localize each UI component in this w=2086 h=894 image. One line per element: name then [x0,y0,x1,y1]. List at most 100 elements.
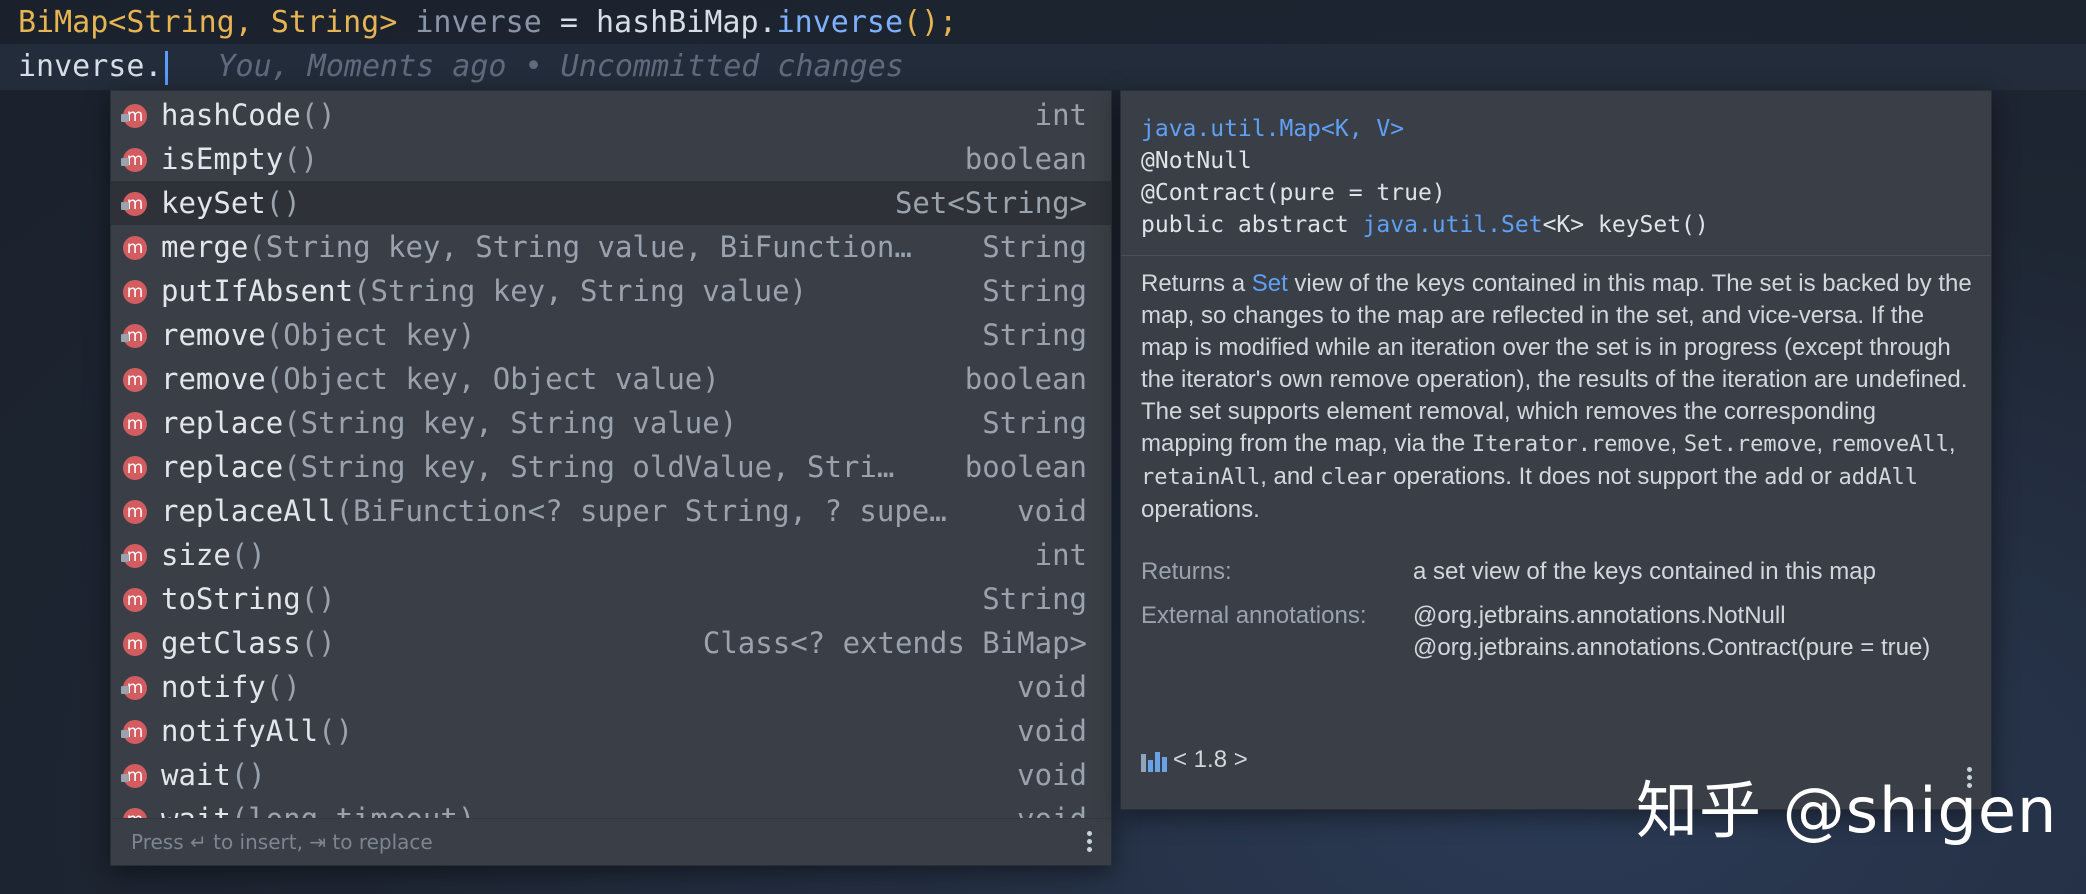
completion-item-name: toString() [161,577,336,621]
completion-item-return-type: int [1034,538,1087,572]
completion-item[interactable]: m getClass() Class<? extends BiMap> [111,621,1111,665]
method-name: keySet [161,186,266,220]
method-icon-locked: m [121,104,147,128]
method-params: () [265,186,301,220]
completion-item[interactable]: m toString() String [111,577,1111,621]
doc-text: or [1803,463,1839,490]
doc-code: Set.remove [1683,432,1817,457]
method-name: wait [161,802,231,818]
method-icon-locked: m [121,148,147,172]
completion-item-name: putIfAbsent(String key, String value) [161,269,807,313]
method-icon: m [123,280,147,304]
doc-returns-value: a set view of the keys contained in this… [1413,558,1876,585]
method-name: putIfAbsent [161,274,354,308]
type-token: BiMap<String, String> [18,5,398,40]
method-icon: m [123,456,147,480]
method-name: replace [161,406,284,440]
method-params: () [300,582,336,616]
method-icon-locked: m [121,676,147,700]
completion-item-name: replace(String key, String oldValue, Str… [161,445,894,489]
completion-item-name: keySet() [161,181,301,225]
method-name: toString [161,582,301,616]
completion-item[interactable]: m replace(String key, String oldValue, St… [111,445,1111,489]
completion-item-name: size() [161,533,266,577]
completion-item[interactable]: m wait(long timeout) void [111,797,1111,818]
doc-text: , [1948,430,1956,457]
method-icon-locked: m [121,720,147,744]
doc-library-info: < 1.8 > [1141,746,1248,774]
completion-item-name: remove(Object key) [161,313,475,357]
variable-token: inverse [415,5,542,40]
method-name: replaceAll [161,494,336,528]
method-icon-locked: m [121,324,147,348]
completion-item[interactable]: m wait() void [111,753,1111,797]
completion-popup[interactable]: m hashCode() int m isEmpty() boolean m keySet()… [110,90,1112,866]
method-name: isEmpty [161,142,284,176]
completion-item[interactable]: m remove(Object key) String [111,313,1111,357]
method-name: remove [161,318,266,352]
completion-item-name: getClass() [161,621,336,665]
doc-body-set-link[interactable]: Set [1252,270,1288,297]
documentation-popup[interactable]: java.util.Map<K, V> @NotNull @Contract(p… [1120,90,1992,810]
doc-signature: java.util.Map<K, V> @NotNull @Contract(p… [1121,91,1991,256]
method-params: (String key, String value, BiFunction… [248,230,912,264]
method-token: inverse [776,5,904,40]
completion-item[interactable]: m hashCode() int [111,93,1111,137]
completion-item[interactable]: m isEmpty() boolean [111,137,1111,181]
completion-item[interactable]: m replace(String key, String value) String [111,401,1111,445]
doc-external-annotations-label: External annotations: [1141,602,1367,629]
popup-more-icon[interactable] [1087,828,1093,855]
call-token: (); [903,5,958,40]
completion-item-return-type: String [982,406,1087,440]
doc-text: , and [1260,463,1321,490]
method-icon: m [123,588,147,612]
doc-text: Returns a [1141,270,1252,297]
doc-annotation-contract: @Contract(pure = true) [1141,180,1446,206]
method-name: hashCode [161,98,301,132]
completion-item[interactable]: m keySet() Set<String> [111,181,1111,225]
completion-item-return-type: boolean [964,450,1087,484]
doc-external-annotations-value: @org.jetbrains.annotations.NotNull @org.… [1413,602,1931,661]
doc-class-link[interactable]: java.util.Map<K, V> [1141,116,1404,142]
completion-item[interactable]: m replaceAll(BiFunction<? super String, ?… [111,489,1111,533]
doc-decl-prefix: public abstract [1141,212,1363,238]
method-name: notify [161,670,266,704]
completion-item[interactable]: m notifyAll() void [111,709,1111,753]
method-icon: m [123,412,147,436]
completion-item-name: hashCode() [161,93,336,137]
completion-item-return-type: boolean [964,362,1087,396]
method-params: (String key, String oldValue, Stri… [283,450,895,484]
completion-item-return-type: int [1034,98,1087,132]
completion-item[interactable]: m remove(Object key, Object value) boolean [111,357,1111,401]
watermark: 知乎 @shigen [1636,774,2058,847]
current-input-text: inverse. [18,49,163,84]
completion-item-return-type: void [1017,714,1087,748]
doc-code: clear [1320,465,1387,490]
completion-item[interactable]: m putIfAbsent(String key, String value) St… [111,269,1111,313]
doc-library-version: < 1.8 > [1173,746,1248,773]
code-line-1[interactable]: BiMap<String, String> inverse = hashBiMa… [0,0,2086,46]
method-icon: m [123,632,147,656]
method-icon-locked: m [121,764,147,788]
method-params: () [318,714,354,748]
completion-item[interactable]: m merge(String key, String value, BiFunct… [111,225,1111,269]
method-params: (long timeout) [231,802,475,818]
completion-item-return-type: void [1017,758,1087,792]
completion-list[interactable]: m hashCode() int m isEmpty() boolean m keySet()… [111,93,1111,818]
completion-item[interactable]: m notify() void [111,665,1111,709]
completion-item-return-type: String [982,230,1087,264]
doc-code: retainAll [1141,465,1261,490]
completion-item-name: notifyAll() [161,709,353,753]
library-icon [1141,750,1167,772]
doc-annotation-notnull: @NotNull [1141,148,1252,174]
method-params: () [283,142,319,176]
code-line-2[interactable]: inverse. You, Moments ago • Uncommitted c… [0,44,2086,90]
doc-code: removeAll [1829,432,1949,457]
completion-item-return-type: Set<String> [894,186,1087,220]
completion-item[interactable]: m size() int [111,533,1111,577]
completion-item-name: wait(long timeout) [161,797,475,818]
method-name: wait [161,758,231,792]
completion-item-return-type: boolean [964,142,1087,176]
method-name: remove [161,362,266,396]
doc-set-link[interactable]: java.util.Set [1363,212,1543,238]
